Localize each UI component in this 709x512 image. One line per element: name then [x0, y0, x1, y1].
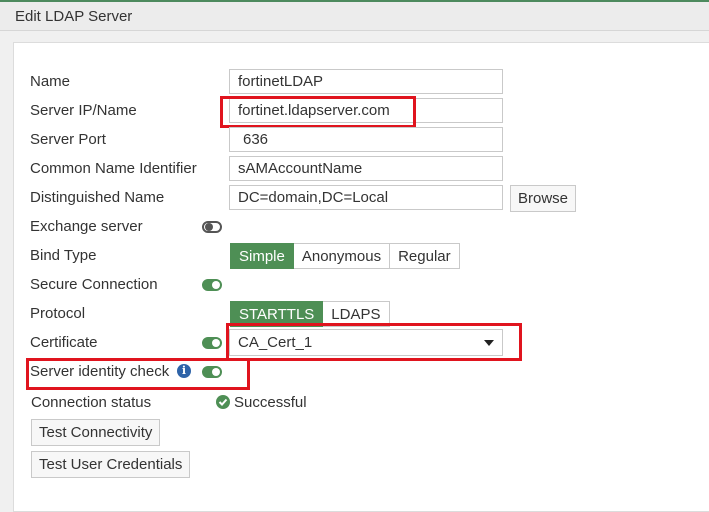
toggle-knob: [205, 223, 213, 231]
protocol-label: Protocol: [30, 305, 86, 322]
browse-button[interactable]: Browse: [510, 185, 577, 212]
secure-connection-label: Secure Connection: [30, 276, 158, 293]
toggle-knob: [212, 339, 220, 347]
common-name-label: Common Name Identifier: [30, 160, 197, 177]
bind-type-label: Bind Type: [30, 247, 97, 264]
certificate-toggle[interactable]: [202, 337, 222, 349]
exchange-server-toggle[interactable]: [202, 221, 222, 233]
exchange-server-label: Exchange server: [30, 218, 143, 235]
name-input[interactable]: fortinetLDAP: [229, 69, 503, 94]
toggle-knob: [212, 281, 220, 289]
bind-type-anonymous[interactable]: Anonymous: [293, 243, 391, 269]
title-bar: Edit LDAP Server: [0, 2, 709, 31]
server-identity-highlight: [26, 358, 250, 390]
connection-status-label: Connection status: [31, 394, 152, 411]
connection-status-value: Successful: [234, 394, 307, 411]
certificate-highlight: [226, 323, 522, 361]
name-label: Name: [30, 73, 71, 90]
certificate-label: Certificate: [30, 334, 98, 351]
server-ip-highlight: [220, 96, 416, 128]
test-user-credentials-button[interactable]: Test User Credentials: [31, 451, 191, 478]
server-port-label: Server Port: [30, 131, 106, 148]
distinguished-name-label: Distinguished Name: [30, 189, 165, 206]
bind-type-simple[interactable]: Simple: [230, 243, 294, 269]
page-title: Edit LDAP Server: [15, 8, 133, 25]
bind-type-selector: Simple Anonymous Regular: [230, 243, 460, 269]
server-ip-label: Server IP/Name: [30, 102, 137, 119]
server-port-input[interactable]: 636: [229, 127, 503, 152]
common-name-input[interactable]: sAMAccountName: [229, 156, 503, 181]
check-circle-icon: [216, 395, 230, 409]
distinguished-name-input[interactable]: DC=domain,DC=Local: [229, 185, 503, 210]
secure-connection-toggle[interactable]: [202, 279, 222, 291]
test-connectivity-button[interactable]: Test Connectivity: [31, 419, 161, 446]
bind-type-regular[interactable]: Regular: [390, 243, 460, 269]
